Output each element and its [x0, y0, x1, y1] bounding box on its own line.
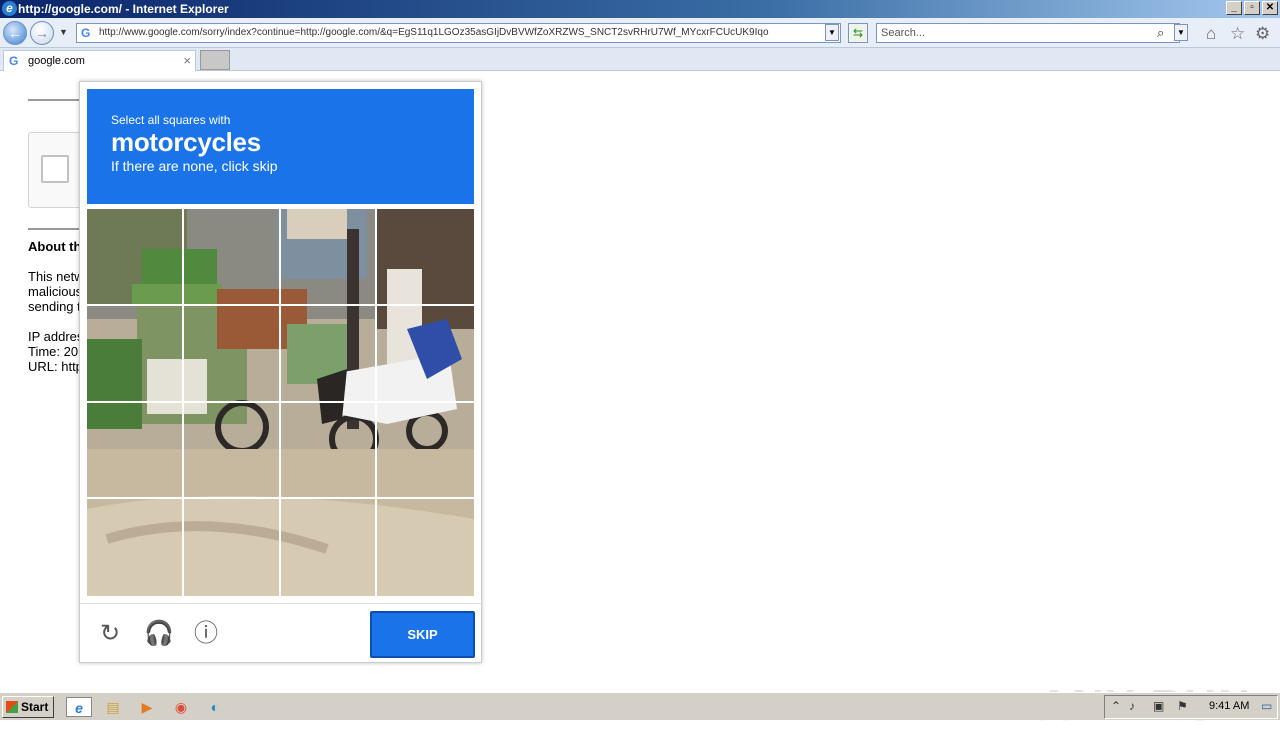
- edge-icon[interactable]: ◐: [204, 697, 226, 717]
- captcha-instruction: Select all squares with: [111, 113, 231, 127]
- favorites-star-icon[interactable]: ☆: [1230, 24, 1245, 44]
- chrome-icon[interactable]: ◉: [170, 697, 192, 717]
- minimize-button[interactable]: _: [1226, 1, 1242, 15]
- captcha-tile[interactable]: [183, 402, 281, 500]
- search-input[interactable]: Search...: [876, 23, 1180, 43]
- google-favicon-icon: G: [9, 54, 19, 68]
- start-button[interactable]: Start: [2, 696, 54, 718]
- navigation-bar: ← → ▼ G http://www.google.com/sorry/inde…: [0, 18, 1280, 48]
- ie-taskbar-icon[interactable]: e: [66, 697, 92, 717]
- tab-bar: G google.com ×: [0, 48, 1280, 71]
- captcha-tiles: [87, 209, 474, 596]
- tab-google[interactable]: G google.com ×: [3, 50, 196, 71]
- info-icon[interactable]: ⓘ: [192, 620, 220, 648]
- paragraph-line: This netw: [28, 269, 83, 284]
- windows-logo-icon: [6, 701, 18, 713]
- captcha-footer: ↻ 🎧 ⓘ SKIP: [80, 603, 481, 663]
- gear-icon[interactable]: ⚙: [1255, 24, 1270, 44]
- home-icon[interactable]: ⌂: [1206, 24, 1216, 44]
- captcha-tile[interactable]: [87, 305, 184, 403]
- forward-button[interactable]: →: [30, 21, 54, 45]
- captcha-tile[interactable]: [377, 209, 474, 306]
- captcha-tile[interactable]: [281, 499, 378, 596]
- captcha-tile[interactable]: [183, 305, 281, 403]
- recaptcha-checkbox[interactable]: [41, 155, 69, 183]
- folder-icon[interactable]: ▤: [102, 697, 124, 717]
- search-placeholder: Search...: [881, 27, 926, 39]
- captcha-image-grid: [87, 209, 474, 596]
- address-dropdown-icon[interactable]: ▼: [825, 24, 839, 41]
- clock[interactable]: 9:41 AM: [1209, 700, 1249, 712]
- taskbar: Start e ▤ ▶ ◉ ◐ ⌃ ♪ ▣ ⚑ 9:41 AM ▭: [0, 692, 1280, 720]
- action-center-flag-icon[interactable]: ⚑: [1177, 699, 1188, 713]
- captcha-target: motorcycles: [111, 127, 261, 157]
- divider: [28, 99, 80, 102]
- captcha-tile[interactable]: [280, 402, 378, 500]
- ip-address-line: IP addres: [28, 329, 83, 344]
- captcha-tile[interactable]: [377, 403, 474, 500]
- show-desktop-icon[interactable]: ▭: [1261, 699, 1272, 713]
- maximize-button[interactable]: ▫: [1244, 1, 1260, 15]
- captcha-tile[interactable]: [377, 499, 474, 596]
- window-titlebar: e http://google.com/ - Internet Explorer…: [0, 0, 1280, 18]
- captcha-tile[interactable]: [87, 209, 184, 306]
- network-icon[interactable]: ▣: [1153, 699, 1164, 713]
- volume-icon[interactable]: ♪: [1129, 699, 1135, 713]
- captcha-tile[interactable]: [280, 209, 378, 306]
- start-label: Start: [21, 700, 49, 714]
- headphones-audio-icon[interactable]: 🎧: [144, 620, 174, 648]
- tab-label: google.com: [28, 55, 85, 67]
- paragraph-line: malicious: [28, 284, 83, 299]
- captcha-challenge-dialog: Select all squares with motorcycles If t…: [79, 81, 482, 663]
- search-dropdown-icon[interactable]: ▼: [1174, 24, 1188, 41]
- search-icon[interactable]: ⌕: [1157, 25, 1164, 41]
- captcha-tile[interactable]: [87, 402, 184, 500]
- address-bar[interactable]: G http://www.google.com/sorry/index?cont…: [76, 23, 841, 43]
- compat-refresh-icon[interactable]: ⇆: [848, 23, 868, 43]
- media-player-icon[interactable]: ▶: [136, 697, 158, 717]
- paragraph-line: sending t: [28, 299, 81, 314]
- new-tab-button[interactable]: [200, 50, 230, 70]
- show-hidden-icons-icon[interactable]: ⌃: [1111, 699, 1121, 713]
- time-line: Time: 20: [28, 344, 79, 359]
- captcha-tile[interactable]: [377, 306, 474, 403]
- tab-close-icon[interactable]: ×: [183, 51, 191, 71]
- captcha-tile[interactable]: [280, 305, 378, 403]
- system-tray: ⌃ ♪ ▣ ⚑ 9:41 AM ▭: [1104, 695, 1278, 719]
- url-line: URL: http: [28, 359, 83, 374]
- skip-button[interactable]: SKIP: [370, 611, 475, 658]
- reload-icon[interactable]: ↻: [96, 620, 124, 648]
- history-dropdown-icon[interactable]: ▼: [59, 27, 68, 37]
- window-controls: _ ▫ ✕: [1226, 1, 1278, 15]
- close-button[interactable]: ✕: [1262, 1, 1278, 15]
- address-text: http://www.google.com/sorry/index?contin…: [99, 27, 769, 38]
- about-heading: About th: [28, 239, 80, 254]
- captcha-header: Select all squares with motorcycles If t…: [87, 89, 474, 204]
- back-button[interactable]: ←: [3, 21, 27, 45]
- captcha-subinstruction: If there are none, click skip: [111, 158, 278, 174]
- window-title: http://google.com/ - Internet Explorer: [18, 2, 229, 16]
- captcha-tile[interactable]: [184, 499, 281, 596]
- captcha-tile[interactable]: [87, 499, 184, 596]
- captcha-tile[interactable]: [183, 209, 281, 306]
- ie-logo-icon: e: [2, 1, 17, 16]
- divider: [28, 228, 80, 230]
- google-favicon-icon: G: [81, 26, 91, 40]
